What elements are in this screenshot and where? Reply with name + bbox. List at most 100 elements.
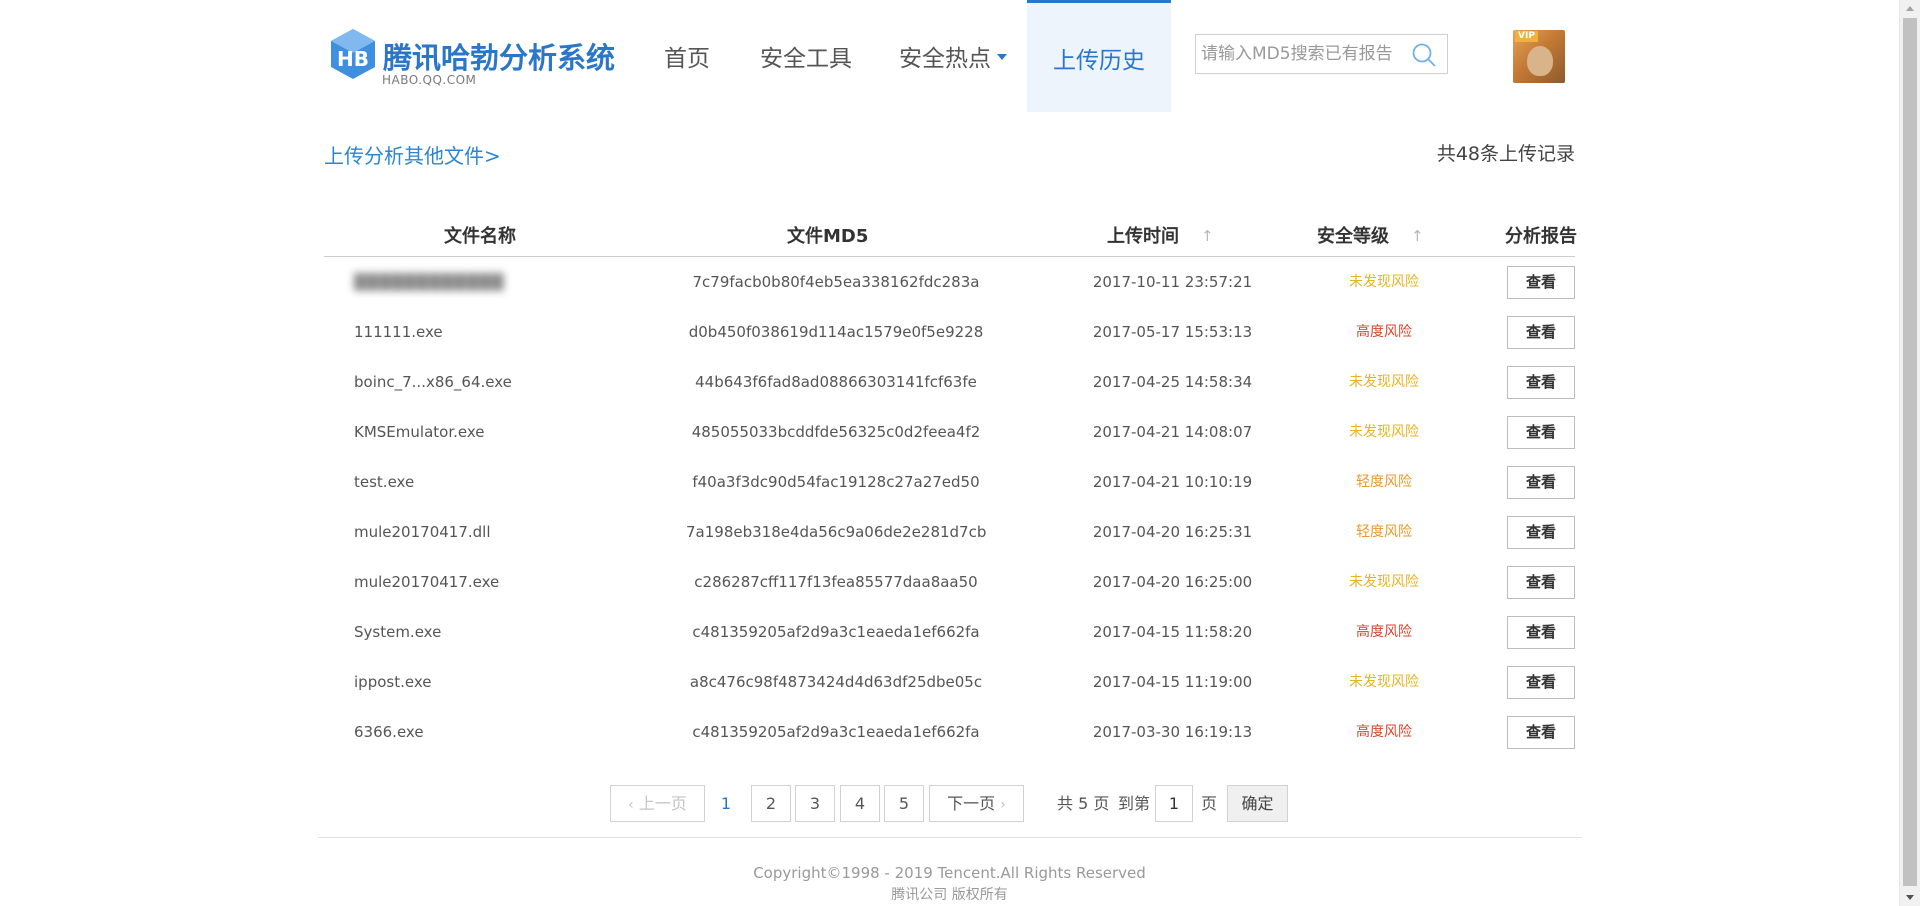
file-md5: 44b643f6fad8ad08866303141fcf63fe xyxy=(695,373,977,391)
page-1-button[interactable]: 1 xyxy=(706,785,746,822)
file-md5: f40a3f3dc90d54fac19128c27a27ed50 xyxy=(692,473,980,491)
table-row: 6366.exe c481359205af2d9a3c1eaeda1ef662f… xyxy=(324,707,1575,757)
chevron-left-icon: ‹ xyxy=(628,797,634,813)
column-header-upload-time-label: 上传时间 xyxy=(1107,226,1179,247)
search-input[interactable] xyxy=(1196,35,1406,73)
footer-divider xyxy=(318,837,1582,838)
upload-time: 2017-04-25 14:58:34 xyxy=(1092,373,1253,391)
file-md5: c481359205af2d9a3c1eaeda1ef662fa xyxy=(692,623,980,641)
file-name: boinc_7...x86_64.exe xyxy=(354,373,512,391)
upload-time: 2017-05-17 15:53:13 xyxy=(1092,323,1253,341)
table-row: ████████████ 7c79facb0b80f4eb5ea338162fd… xyxy=(324,257,1575,307)
upload-time: 2017-04-15 11:19:00 xyxy=(1092,673,1253,691)
goto-label: 到第 xyxy=(1118,794,1151,813)
table-row: mule20170417.exe c286287cff117f13fea8557… xyxy=(324,557,1575,607)
nav-upload-history[interactable]: 上传历史 xyxy=(1027,0,1171,112)
file-name: KMSEmulator.exe xyxy=(354,423,485,441)
logo-subtitle: HABO.QQ.COM xyxy=(382,73,477,87)
view-report-button[interactable]: 查看 xyxy=(1507,566,1575,599)
view-report-button[interactable]: 查看 xyxy=(1507,616,1575,649)
prev-page-label: 上一页 xyxy=(638,794,687,813)
security-level-badge: 高度风险 xyxy=(1356,324,1412,340)
site-header: HB 腾讯哈勃分析系统 HABO.QQ.COM 首页 安全工具 安全热点 上传历… xyxy=(0,0,1899,112)
caret-down-icon xyxy=(997,54,1007,60)
svg-text:HB: HB xyxy=(337,47,369,71)
security-level-badge: 轻度风险 xyxy=(1356,474,1412,490)
vertical-scrollbar[interactable] xyxy=(1899,0,1920,906)
prev-page-button[interactable]: ‹ 上一页 xyxy=(610,785,705,822)
avatar-face xyxy=(1527,46,1553,76)
file-name: ████████████ xyxy=(354,273,505,291)
view-report-button[interactable]: 查看 xyxy=(1507,316,1575,349)
view-report-button[interactable]: 查看 xyxy=(1507,366,1575,399)
scroll-down-arrow-icon[interactable] xyxy=(1906,895,1914,900)
security-level-badge: 未发现风险 xyxy=(1349,574,1419,590)
scroll-thumb[interactable] xyxy=(1903,18,1917,886)
view-report-button[interactable]: 查看 xyxy=(1507,716,1575,749)
file-md5: d0b450f038619d114ac1579e0f5e9228 xyxy=(688,323,984,341)
copyright: Copyright©1998 - 2019 Tencent.All Rights… xyxy=(753,864,1146,882)
view-report-button[interactable]: 查看 xyxy=(1507,416,1575,449)
view-report-button[interactable]: 查看 xyxy=(1507,666,1575,699)
nav-security-hotspot-label: 安全热点 xyxy=(899,46,991,72)
record-count: 共48条上传记录 xyxy=(1436,143,1575,165)
search-box xyxy=(1195,34,1448,74)
view-report-button[interactable]: 查看 xyxy=(1507,466,1575,499)
file-md5: c286287cff117f13fea85577daa8aa50 xyxy=(694,573,978,591)
column-header-report: 分析报告 xyxy=(1505,226,1577,247)
upload-time: 2017-04-20 16:25:31 xyxy=(1092,523,1253,541)
security-level-badge: 轻度风险 xyxy=(1356,524,1412,540)
next-page-label: 下一页 xyxy=(947,794,996,813)
upload-history-table: 文件名称 文件MD5 上传时间 ↑ 安全等级 ↑ 分析报告 ████████████… xyxy=(324,212,1577,757)
table-row: mule20170417.dll 7a198eb318e4da56c9a06de… xyxy=(324,507,1575,557)
upload-time: 2017-04-21 14:08:07 xyxy=(1092,423,1253,441)
security-level-badge: 未发现风险 xyxy=(1349,424,1419,440)
page-3-button[interactable]: 3 xyxy=(795,785,835,822)
goto-page-input[interactable] xyxy=(1155,785,1193,822)
security-level-badge: 高度风险 xyxy=(1356,624,1412,640)
file-md5: 7a198eb318e4da56c9a06de2e281d7cb xyxy=(686,523,987,541)
scroll-up-arrow-icon[interactable] xyxy=(1906,6,1914,11)
company-rights: 腾讯公司 版权所有 xyxy=(891,887,1008,903)
upload-time: 2017-04-21 10:10:19 xyxy=(1092,473,1253,491)
file-name: mule20170417.exe xyxy=(354,573,500,591)
habo-logo[interactable]: HB 腾讯哈勃分析系统 HABO.QQ.COM xyxy=(325,26,630,88)
view-report-button[interactable]: 查看 xyxy=(1507,516,1575,549)
file-name: test.exe xyxy=(354,473,415,491)
file-name: 111111.exe xyxy=(354,323,443,341)
table-row: KMSEmulator.exe 485055033bcddfde56325c0d… xyxy=(324,407,1575,457)
view-report-button[interactable]: 查看 xyxy=(1507,266,1575,299)
nav-home[interactable]: 首页 xyxy=(664,0,710,112)
confirm-goto-button[interactable]: 确定 xyxy=(1227,785,1288,822)
table-row: System.exe c481359205af2d9a3c1eaeda1ef66… xyxy=(324,607,1575,657)
upload-time: 2017-10-11 23:57:21 xyxy=(1092,273,1253,291)
table-row: 111111.exe d0b450f038619d114ac1579e0f5e9… xyxy=(324,307,1575,357)
sort-arrow-up-icon[interactable]: ↑ xyxy=(1201,227,1214,245)
total-pages: 共 5 页 xyxy=(1057,794,1110,813)
nav-security-tools[interactable]: 安全工具 xyxy=(760,0,852,112)
upload-time: 2017-03-30 16:19:13 xyxy=(1092,723,1253,741)
column-header-md5: 文件MD5 xyxy=(787,226,869,247)
file-name: 6366.exe xyxy=(354,723,424,741)
chevron-right-icon: › xyxy=(1000,797,1006,813)
next-page-button[interactable]: 下一页 › xyxy=(929,785,1024,822)
sort-arrow-up-icon[interactable]: ↑ xyxy=(1411,227,1424,245)
column-header-security-level: 安全等级 ↑ xyxy=(1317,222,1424,248)
avatar[interactable]: VIP xyxy=(1513,30,1565,83)
search-icon[interactable] xyxy=(1411,42,1437,68)
column-header-file-name: 文件名称 xyxy=(444,226,516,247)
page-4-button[interactable]: 4 xyxy=(840,785,880,822)
security-level-badge: 未发现风险 xyxy=(1349,274,1419,290)
vip-badge: VIP xyxy=(1515,31,1538,42)
table-row: test.exe f40a3f3dc90d54fac19128c27a27ed5… xyxy=(324,457,1575,507)
file-md5: 7c79facb0b80f4eb5ea338162fdc283a xyxy=(692,273,980,291)
file-md5: 485055033bcddfde56325c0d2feea4f2 xyxy=(691,423,981,441)
upload-other-file-link[interactable]: 上传分析其他文件> xyxy=(324,140,501,169)
upload-time: 2017-04-20 16:25:00 xyxy=(1092,573,1253,591)
habo-logo-icon: HB xyxy=(331,29,375,79)
upload-time: 2017-04-15 11:58:20 xyxy=(1092,623,1253,641)
file-name: System.exe xyxy=(354,623,442,641)
nav-security-hotspot[interactable]: 安全热点 xyxy=(899,0,1007,112)
page-2-button[interactable]: 2 xyxy=(751,785,791,822)
page-5-button[interactable]: 5 xyxy=(884,785,924,822)
